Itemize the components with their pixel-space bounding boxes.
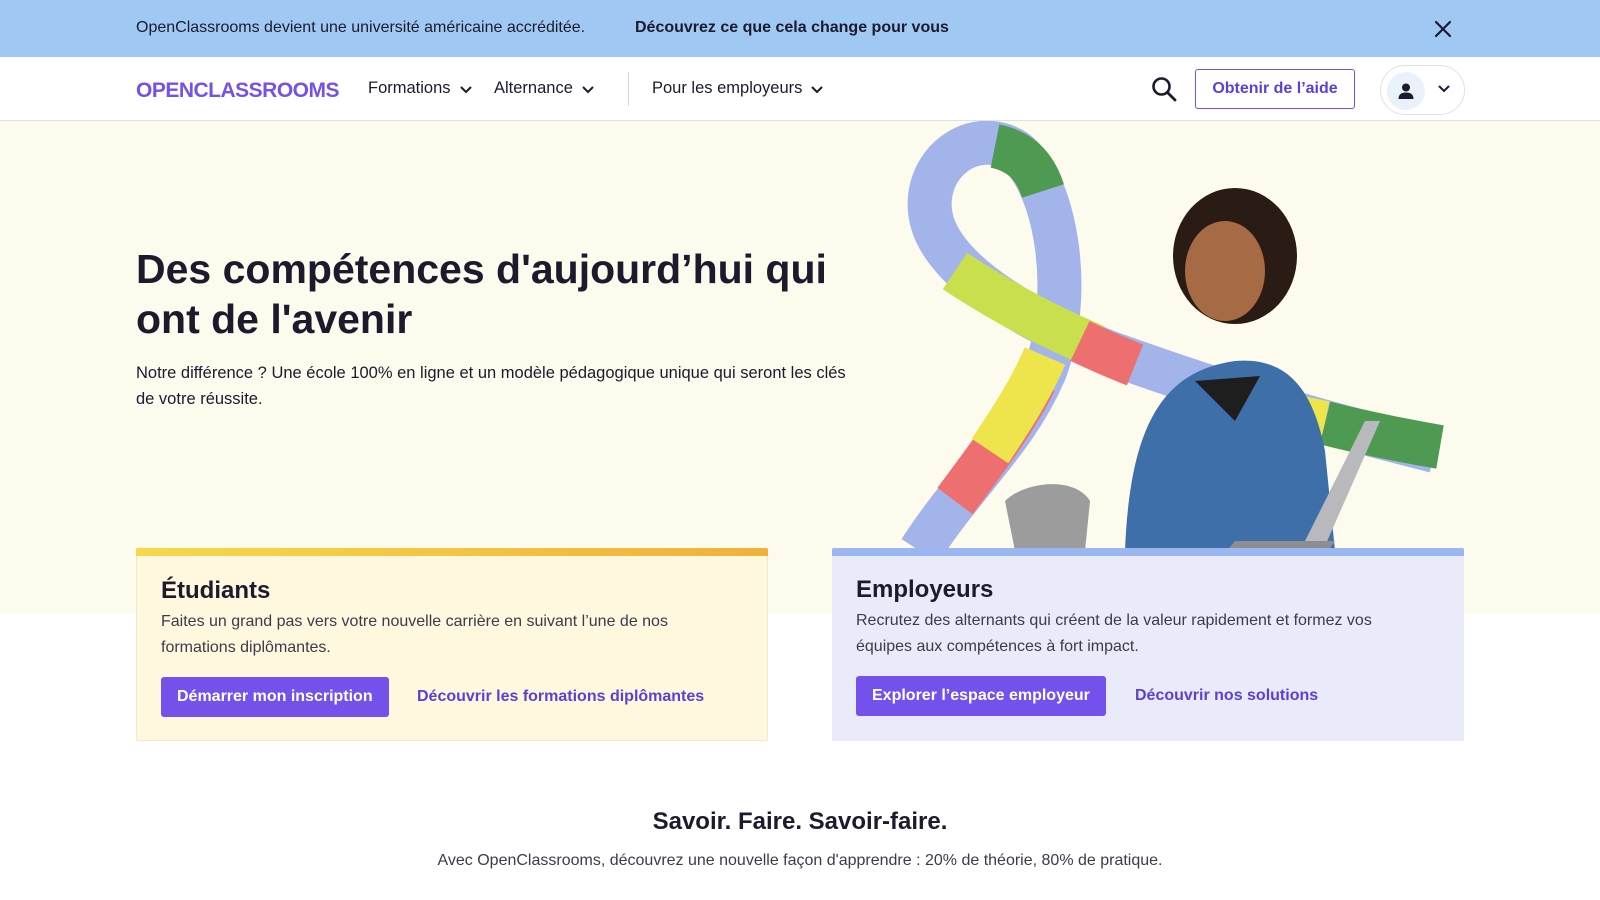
students-card-accent [136,548,768,556]
help-button[interactable]: Obtenir de l’aide [1195,69,1355,109]
banner-text: OpenClassrooms devient une université am… [136,19,586,36]
nav-employeurs-label: Pour les employeurs [652,79,803,97]
avatar [1387,72,1425,110]
employers-card-text: Recrutez des alternants qui créent de la… [856,612,1372,655]
hero-title: Des compétences d'aujourd’hui qui ont de… [136,246,827,342]
employers-card-title: Employeurs [856,576,994,603]
chevron-down-icon [811,85,824,93]
chevron-down-icon [582,85,594,93]
account-menu-button[interactable] [1380,65,1465,115]
start-enrollment-button[interactable]: Démarrer mon inscription [161,677,389,717]
hero-illustration [901,121,1444,551]
chevron-down-icon [459,85,472,93]
section-subtitle: Avec OpenClassrooms, découvrez une nouve… [437,852,1163,869]
user-icon [1398,83,1414,99]
discover-solutions-link[interactable]: Découvrir nos solutions [1135,687,1318,705]
close-icon[interactable] [1430,16,1456,42]
banner-link[interactable]: Découvrez ce que cela change pour vous [635,19,949,37]
site-header: OPENCLASSROOMS Formations Alternance Pou… [0,57,1600,121]
students-card: Étudiants Faites un grand pas vers votre… [136,548,768,741]
chevron-down-icon [1438,85,1450,93]
students-card-text: Faites un grand pas vers votre nouvelle … [161,613,668,656]
nav-divider [628,72,629,106]
nav-alternance-label: Alternance [494,79,573,97]
nav-alternance[interactable]: Alternance [494,79,595,98]
employers-card: Employeurs Recrutez des alternants qui c… [832,548,1464,741]
nav-employeurs[interactable]: Pour les employeurs [652,79,824,98]
discover-degrees-link[interactable]: Découvrir les formations diplômantes [417,688,704,706]
search-icon[interactable] [1150,75,1178,103]
announcement-banner: OpenClassrooms devient une université am… [0,0,1600,57]
students-card-title: Étudiants [161,577,271,604]
nav-formations[interactable]: Formations [368,79,473,98]
explore-employer-space-button[interactable]: Explorer l’espace employeur [856,676,1106,716]
employers-card-accent [832,548,1464,556]
section-title: Savoir. Faire. Savoir-faire. [652,808,948,835]
logo[interactable]: OPENCLASSROOMS [136,79,340,103]
nav-formations-label: Formations [368,79,451,97]
hero-subtitle: Notre différence ? Une école 100% en lig… [136,364,846,408]
